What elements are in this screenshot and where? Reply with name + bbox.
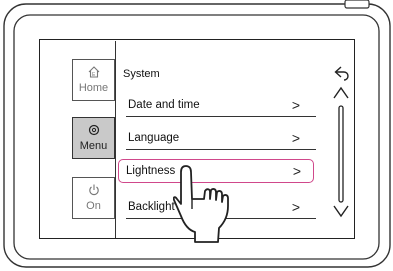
sidebar-item-menu[interactable]: Menu xyxy=(72,117,115,159)
chevron-up-icon[interactable] xyxy=(333,86,349,99)
scrollbar[interactable] xyxy=(331,84,351,224)
power-icon xyxy=(73,183,114,199)
chevron-right-icon: > xyxy=(291,199,300,215)
chevron-right-icon: > xyxy=(292,163,301,179)
menu-title: System xyxy=(123,68,160,80)
home-icon: E xyxy=(73,65,114,81)
sidebar-item-home[interactable]: E Home xyxy=(72,59,115,101)
back-arrow-icon xyxy=(334,66,349,81)
menu-item-label: Language xyxy=(128,132,180,144)
menu-item-label: Date and time xyxy=(128,99,200,111)
menu-item-label: Backlight xyxy=(128,201,175,213)
sidebar-item-label: On xyxy=(86,200,101,212)
chevron-down-icon[interactable] xyxy=(333,205,349,218)
chevron-right-icon: > xyxy=(291,130,300,146)
menu-item-date-and-time[interactable]: Date and time > xyxy=(116,92,316,117)
divider xyxy=(126,149,316,150)
sidebar-item-label: Menu xyxy=(79,140,108,152)
scrollbar-thumb[interactable] xyxy=(338,105,344,203)
pointing-hand-icon xyxy=(173,165,229,243)
divider xyxy=(126,116,316,117)
sidebar-item-on[interactable]: On xyxy=(72,177,115,219)
sidebar-item-label: Home xyxy=(78,82,109,94)
menu-item-language[interactable]: Language > xyxy=(116,125,316,150)
chevron-right-icon: > xyxy=(291,97,300,113)
menu-item-label: Lightness xyxy=(126,165,176,177)
gear-icon xyxy=(73,123,114,139)
back-button[interactable] xyxy=(333,64,351,82)
